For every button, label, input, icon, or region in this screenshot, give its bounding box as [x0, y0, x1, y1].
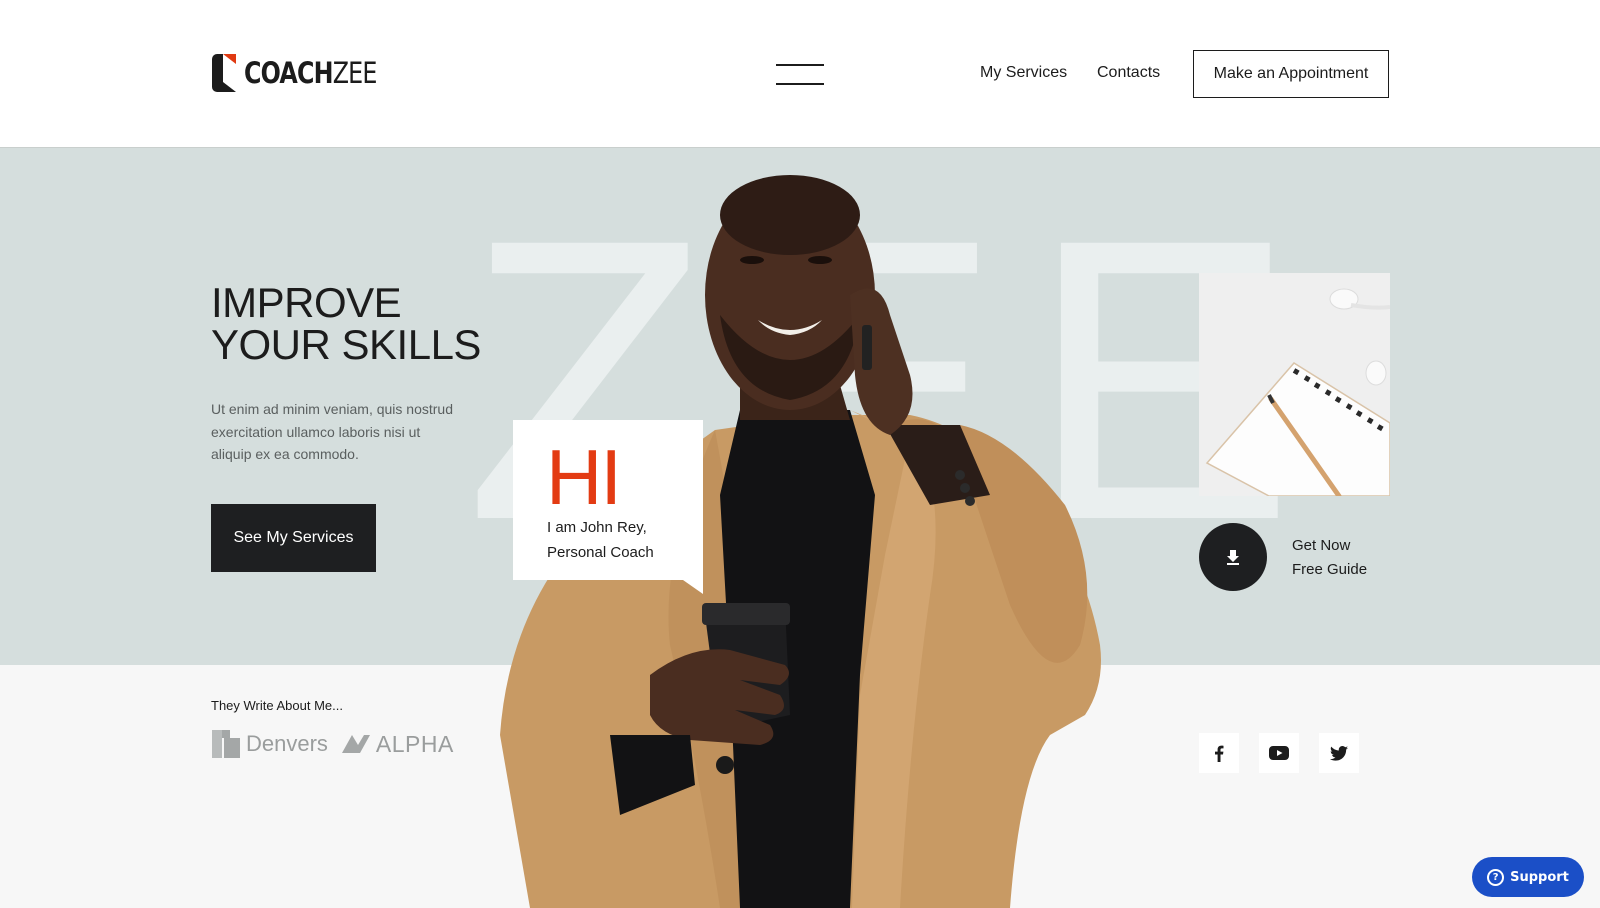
denvers-logo-icon — [212, 730, 240, 758]
hamburger-icon[interactable] — [776, 64, 824, 86]
notebook-photo — [1199, 273, 1390, 496]
download-icon — [1227, 550, 1239, 565]
nav-my-services[interactable]: My Services — [980, 64, 1067, 82]
hero-lede: Ut enim ad minim veniam, quis nostrud ex… — [211, 401, 453, 462]
twitter-link[interactable] — [1319, 733, 1359, 773]
see-my-services-button[interactable]: See My Services — [211, 504, 376, 572]
press-logos: Denvers ALPHA — [212, 730, 454, 758]
press-logo-alpha[interactable]: ALPHA — [341, 731, 454, 758]
press-title: They Write About Me... — [211, 698, 343, 713]
help-icon: ? — [1487, 868, 1505, 886]
support-button[interactable]: ? Support — [1472, 857, 1584, 897]
logo[interactable]: COACHZEE — [212, 54, 406, 92]
alpha-logo-icon — [341, 735, 370, 753]
hero-headline: IMPROVE YOUR SKILLS — [211, 279, 481, 368]
greeting-card: HI I am John Rey, Personal Coach — [513, 420, 703, 594]
greeting-big: HI — [546, 433, 622, 521]
logo-text: COACHZEE — [244, 56, 377, 90]
free-guide-label[interactable]: Get Now Free Guide — [1292, 534, 1367, 582]
press-logo-denvers[interactable]: Denvers — [212, 730, 328, 758]
make-appointment-button[interactable]: Make an Appointment — [1193, 50, 1389, 98]
support-label: Support — [1510, 869, 1569, 885]
greeting-subtitle: I am John Rey, Personal Coach — [547, 519, 654, 561]
facebook-link[interactable] — [1199, 733, 1239, 773]
site-header: COACHZEE My Services Contacts Make an Ap… — [0, 0, 1600, 148]
nav-contacts[interactable]: Contacts — [1097, 64, 1160, 82]
youtube-icon — [1269, 746, 1289, 760]
facebook-icon — [1215, 745, 1224, 762]
logo-mark-icon — [212, 54, 238, 92]
youtube-link[interactable] — [1259, 733, 1299, 773]
twitter-icon — [1330, 745, 1348, 761]
download-guide-button[interactable] — [1199, 523, 1267, 591]
